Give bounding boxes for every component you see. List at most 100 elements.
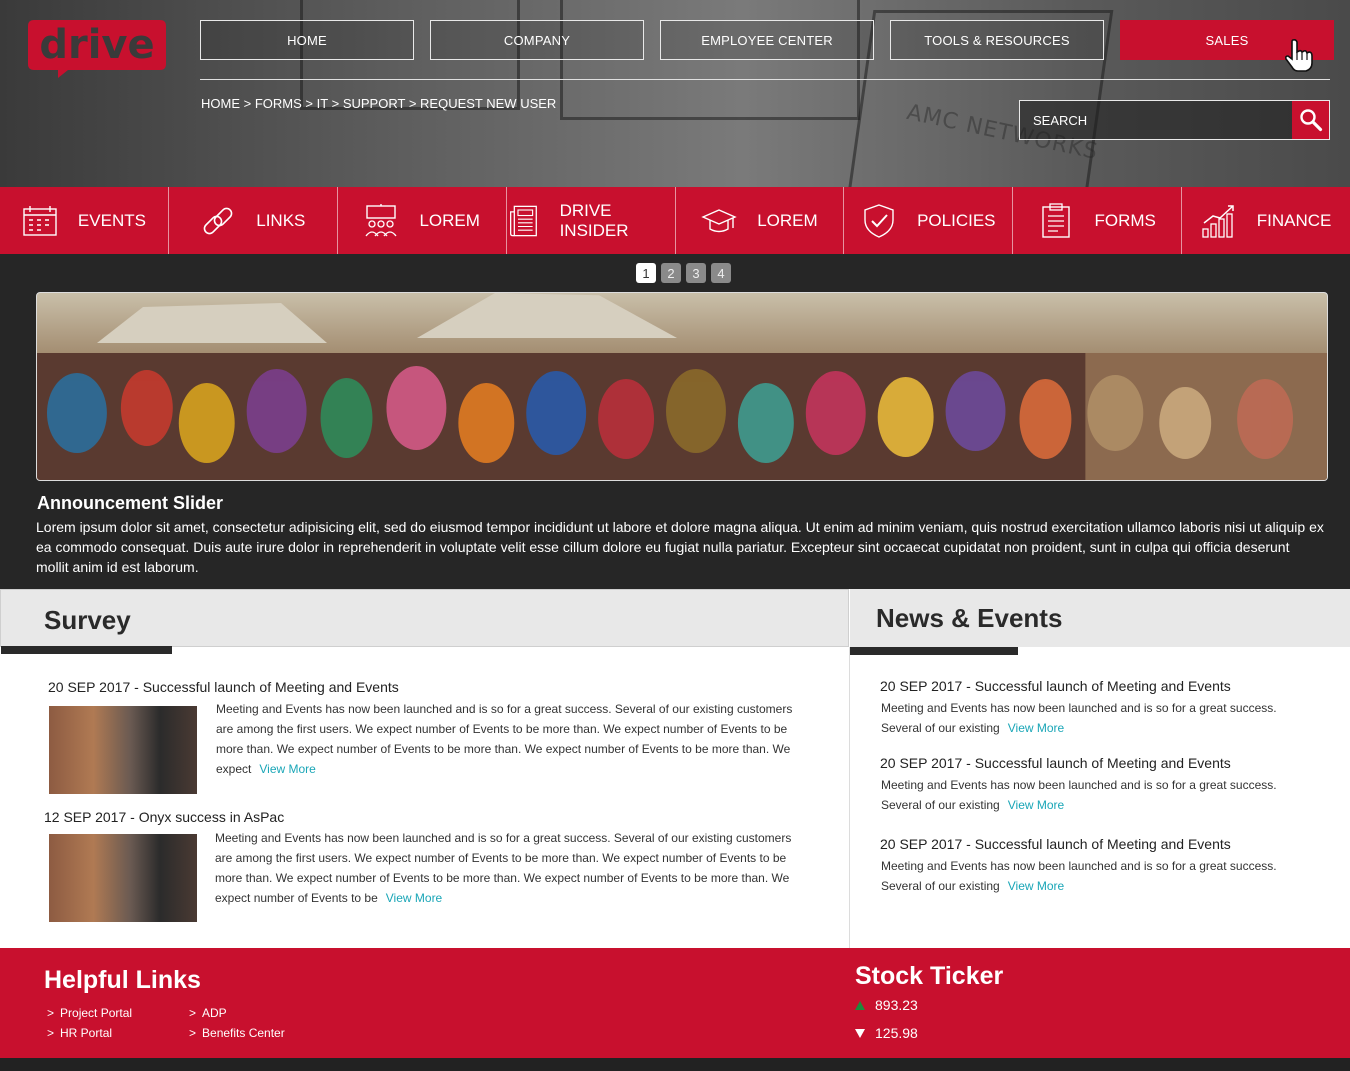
bottom-strip (0, 1058, 1350, 1071)
quick-link-label: EVENTS (77, 210, 146, 230)
announcement-slide-image[interactable] (36, 292, 1328, 481)
footer: Helpful Links > Project Portal > HR Portal… (0, 948, 1350, 1058)
view-more-link[interactable]: View More (1008, 879, 1064, 893)
news-item-line: Several of our existing (881, 798, 1000, 812)
news-item-title[interactable]: 20 SEP 2017 - Successful launch of Meeti… (880, 755, 1231, 771)
breadcrumb-separator: > (331, 96, 340, 111)
survey-item-line: more than. We expect number of Events to… (216, 742, 791, 756)
survey-item-thumbnail[interactable] (49, 706, 197, 794)
slider-page-2[interactable]: 2 (661, 263, 681, 283)
panel-divider (849, 647, 850, 948)
tent-shape (417, 293, 677, 338)
link-bullet: > (47, 1026, 55, 1040)
quick-link-drive-insider[interactable]: DRIVE INSIDER (507, 187, 676, 254)
view-more-link[interactable]: View More (386, 891, 442, 905)
quick-link-label: LINKS (256, 210, 306, 230)
breadcrumb: HOME > FORMS > IT > SUPPORT > REQUEST NE… (201, 96, 556, 111)
quick-link-lorem-1[interactable]: LOREM (338, 187, 507, 254)
breadcrumb-forms[interactable]: FORMS (255, 96, 302, 111)
quick-link-links[interactable]: LINKS (169, 187, 338, 254)
helpful-link-hr-portal[interactable]: > HR Portal (47, 1026, 112, 1040)
main-nav: HOME COMPANY EMPLOYEE CENTER TOOLS & RES… (200, 20, 1334, 60)
announcement-text: Lorem ipsum dolor sit amet, consectetur … (36, 519, 1324, 575)
magnifier-icon (1299, 109, 1322, 132)
people-presentation-icon (365, 203, 397, 236)
nav-employee-center[interactable]: EMPLOYEE CENTER (660, 20, 874, 60)
helpful-link-benefits-center[interactable]: > Benefits Center (189, 1026, 285, 1040)
news-header: News & Events (850, 589, 1350, 655)
announcement-title: Announcement Slider (37, 493, 224, 513)
stock-up-row: 893.23 (855, 997, 918, 1013)
quick-link-events[interactable]: EVENTS (0, 187, 169, 254)
survey-item-line: expect number of Events to be (215, 891, 378, 905)
breadcrumb-it[interactable]: IT (317, 96, 328, 111)
nav-divider (200, 79, 1330, 80)
quick-links-bar: EVENTS LINKS LOREM DRIVE INSIDER LOREM P… (0, 187, 1350, 254)
news-item-title[interactable]: 20 SEP 2017 - Successful launch of Meeti… (880, 678, 1231, 694)
nav-company[interactable]: COMPANY (430, 20, 644, 60)
tent-shape (97, 303, 327, 343)
link-bullet: > (189, 1006, 197, 1020)
quick-link-label: POLICIES (917, 210, 996, 230)
helpful-link-project-portal[interactable]: > Project Portal (47, 1006, 132, 1020)
slider-page-3[interactable]: 3 (686, 263, 706, 283)
nav-tools-resources[interactable]: TOOLS & RESOURCES (890, 20, 1104, 60)
search-button[interactable] (1292, 101, 1329, 139)
news-title: News & Events (876, 603, 1063, 633)
survey-title-underline (1, 646, 172, 654)
breadcrumb-separator: > (408, 96, 417, 111)
quick-link-forms[interactable]: FORMS (1013, 187, 1183, 254)
helpful-link-adp[interactable]: > ADP (189, 1006, 227, 1020)
survey-item-title[interactable]: 12 SEP 2017 - Onyx success in AsPac (44, 809, 284, 825)
stock-up-value: 893.23 (875, 997, 918, 1013)
news-item-line: Meeting and Events has now been launched… (881, 859, 1277, 873)
news-item-line: Several of our existing (881, 879, 1000, 893)
background-frame (560, 0, 860, 120)
search-box (1019, 100, 1330, 140)
hand-pointer-icon (1284, 38, 1313, 72)
link-label: Project Portal (60, 1006, 133, 1020)
news-title-underline (850, 647, 1018, 655)
crowd-illustration (37, 353, 1327, 480)
survey-item-line: Meeting and Events has now been launched… (215, 831, 792, 845)
survey-item-title[interactable]: 20 SEP 2017 - Successful launch of Meeti… (48, 679, 399, 695)
slider-page-4[interactable]: 4 (711, 263, 731, 283)
shield-check-icon (864, 203, 894, 238)
drive-logo[interactable]: drive (28, 18, 166, 78)
slider-pager: 1 2 3 4 (636, 263, 731, 283)
site-header: AMC NETWORKS drive HOME COMPANY EMPLOYEE… (0, 0, 1350, 187)
view-more-link[interactable]: View More (1008, 798, 1064, 812)
link-label: Benefits Center (202, 1026, 285, 1040)
news-item-text: Meeting and Events has now been launched… (881, 775, 1321, 815)
search-input[interactable] (1020, 101, 1292, 139)
quick-link-lorem-2[interactable]: LOREM (676, 187, 845, 254)
breadcrumb-support[interactable]: SUPPORT (343, 96, 405, 111)
logo-text: drive (39, 22, 154, 68)
growth-chart-icon (1202, 204, 1234, 238)
news-item-title[interactable]: 20 SEP 2017 - Successful launch of Meeti… (880, 836, 1231, 852)
survey-item-thumbnail[interactable] (49, 834, 197, 922)
news-item-line: Meeting and Events has now been launched… (881, 701, 1277, 715)
nav-home[interactable]: HOME (200, 20, 414, 60)
news-item-line: Several of our existing (881, 721, 1000, 735)
survey-item-line: are among the first users. We expect num… (215, 851, 787, 865)
graduation-cap-icon (701, 208, 737, 232)
breadcrumb-home[interactable]: HOME (201, 96, 240, 111)
news-item-line: Meeting and Events has now been launched… (881, 778, 1277, 792)
slider-page-1[interactable]: 1 (636, 263, 656, 283)
view-more-link[interactable]: View More (259, 762, 315, 776)
clipboard-icon (1042, 202, 1071, 238)
survey-item-line: expect (216, 762, 252, 776)
news-item-text: Meeting and Events has now been launched… (881, 698, 1321, 738)
link-bullet: > (47, 1006, 55, 1020)
quick-link-label: DRIVE INSIDER (559, 200, 629, 240)
quick-link-finance[interactable]: FINANCE (1182, 187, 1350, 254)
stock-ticker-title: Stock Ticker (855, 962, 1004, 990)
stock-down-row: 125.98 (855, 1025, 918, 1041)
calendar-icon (23, 205, 57, 236)
quick-link-policies[interactable]: POLICIES (844, 187, 1014, 254)
content-panels: Survey News & Events 20 SEP 2017 - Succe… (0, 589, 1350, 948)
breadcrumb-separator: > (305, 96, 314, 111)
quick-link-label: LOREM (757, 210, 818, 230)
view-more-link[interactable]: View More (1008, 721, 1064, 735)
